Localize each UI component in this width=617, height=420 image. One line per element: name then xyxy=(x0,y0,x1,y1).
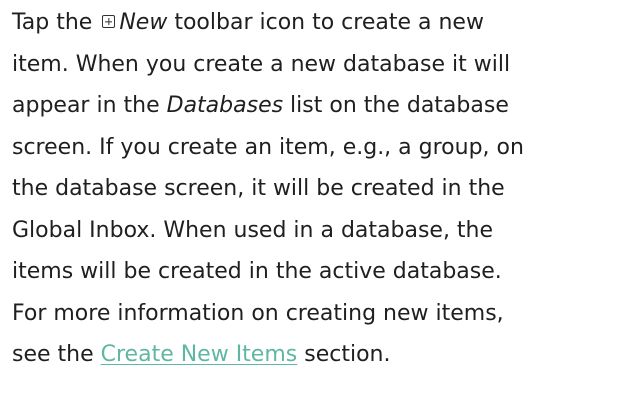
text-line-8: For more information on creating new ite… xyxy=(12,300,504,326)
text-line-7: items will be created in the active data… xyxy=(12,259,502,284)
text-line-5: the database screen, it will be created … xyxy=(12,176,505,201)
help-page: Tap the New toolbar icon to create a new… xyxy=(0,0,617,420)
line-3-text-a: appear in the xyxy=(12,93,167,118)
line-3-text-b: list on the database xyxy=(283,93,509,118)
help-paragraph: Tap the New toolbar icon to create a new… xyxy=(12,2,612,376)
create-new-items-link[interactable]: Create New Items xyxy=(101,342,298,367)
databases-label: Databases xyxy=(166,93,284,118)
line-9-text-a: see the xyxy=(12,342,101,367)
text-line-4: screen. If you create an item, e.g., a g… xyxy=(12,134,524,160)
text-line-1: Tap the New toolbar icon to create a new xyxy=(12,2,612,44)
plus-square-icon xyxy=(102,15,116,28)
text-line-6: Global Inbox. When used in a database, t… xyxy=(12,217,494,243)
text-line-9: see the Create New Items section. xyxy=(12,334,612,376)
line-1-text-b: toolbar icon to create a new xyxy=(167,10,484,35)
line-1-text-a: Tap the xyxy=(12,10,100,35)
new-label: New xyxy=(119,10,168,35)
text-line-3: appear in the Databases list on the data… xyxy=(12,85,612,127)
text-line-2: item. When you create a new database it … xyxy=(12,51,511,77)
line-9-text-b: section. xyxy=(297,342,391,367)
